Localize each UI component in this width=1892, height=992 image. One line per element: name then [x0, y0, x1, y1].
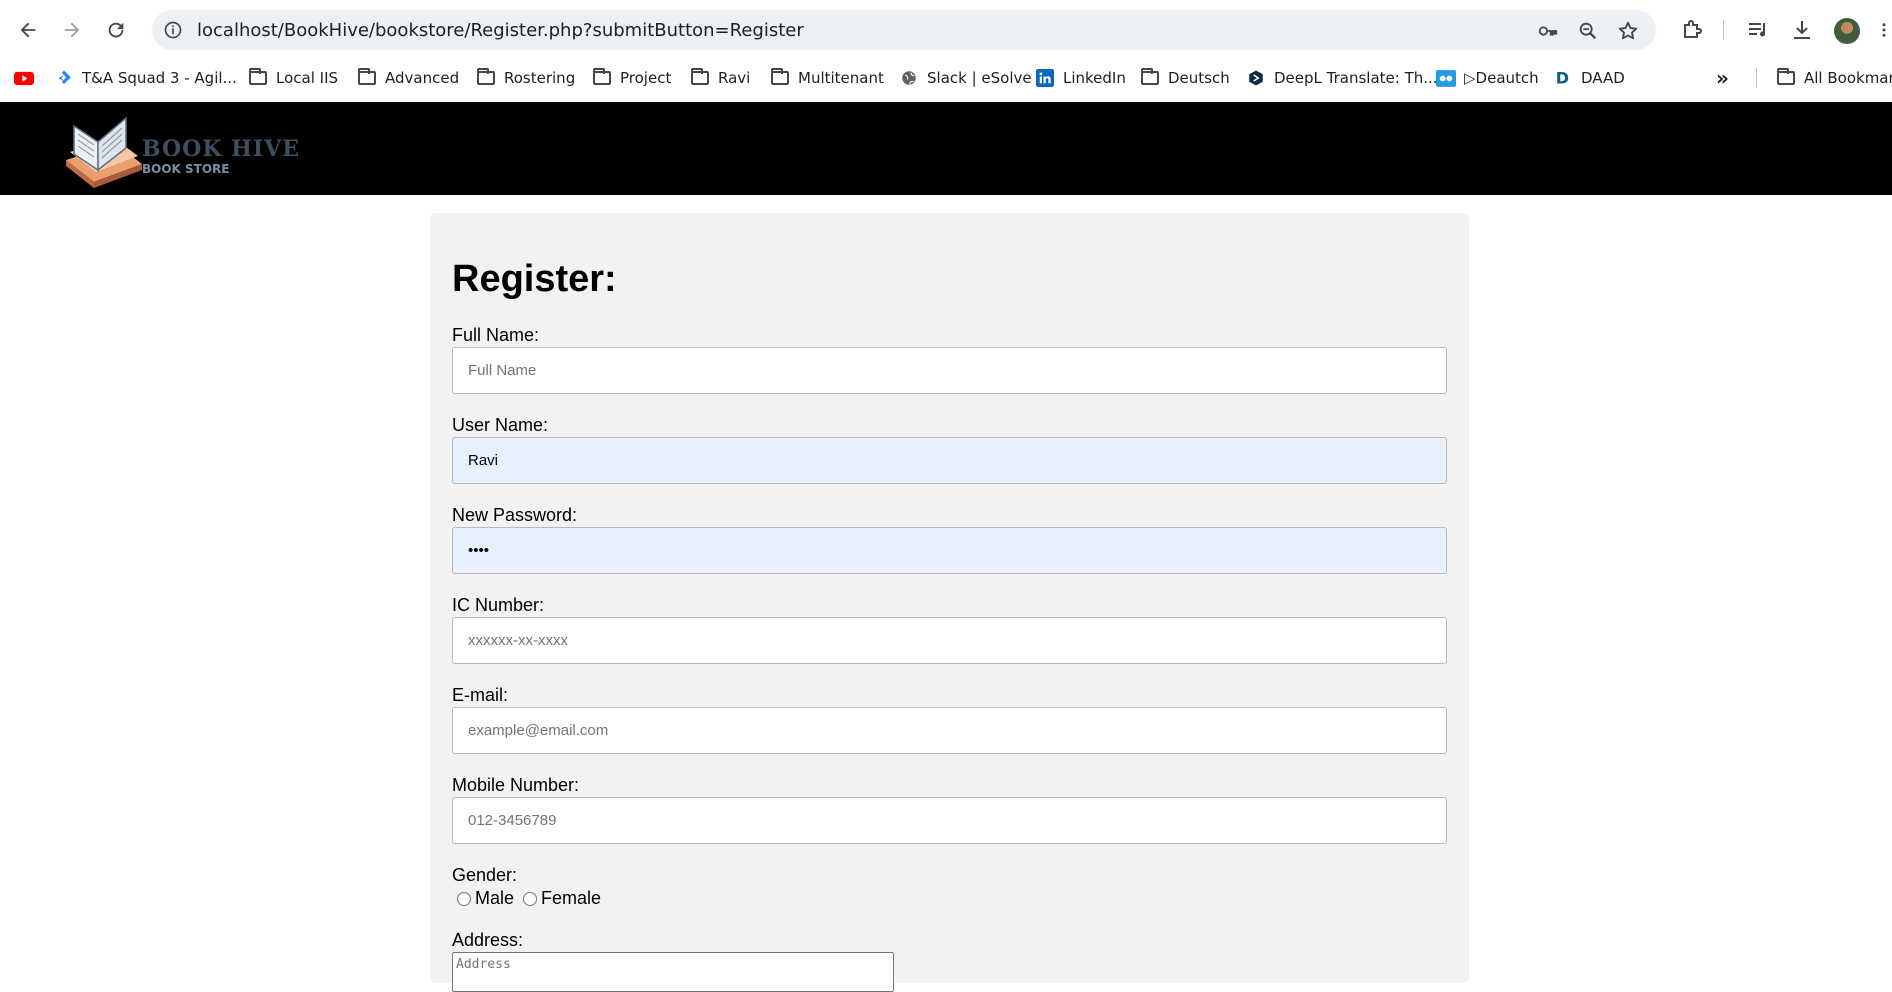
user-name-input[interactable] [452, 437, 1447, 484]
deepl-icon [1246, 69, 1266, 87]
folder-icon [476, 68, 496, 87]
forward-button[interactable] [54, 12, 90, 48]
browser-chrome: localhost/BookHive/bookstore/Register.ph… [0, 0, 1892, 102]
password-input[interactable] [452, 527, 1447, 574]
address-label: Address: [452, 930, 524, 950]
brand-name: BOOK HIVE [142, 136, 301, 162]
bookmark-folder[interactable]: Multitenant [770, 66, 884, 90]
site-header: BOOK HIVE BOOK STORE [0, 102, 1892, 195]
profile-avatar[interactable] [1834, 18, 1860, 44]
all-bookmarks-button[interactable]: All Bookmarks [1776, 66, 1892, 90]
email-label: E-mail: [452, 685, 509, 705]
bookmarks-separator [1756, 68, 1757, 88]
daad-icon: D [1553, 69, 1573, 88]
book-logo-icon [66, 116, 142, 188]
svg-text:D: D [1556, 69, 1569, 88]
folder-icon [690, 68, 710, 87]
folder-icon [1776, 68, 1796, 87]
more-bookmarks-button[interactable]: » [1716, 66, 1729, 90]
user-name-label: User Name: [452, 415, 549, 435]
bookmark-item[interactable]: T&A Squad 3 - Agil... [54, 66, 237, 90]
bookmark-item[interactable]: Slack | eSolve [899, 66, 1032, 90]
bookmarks-bar: T&A Squad 3 - Agil... Local IIS Advanced… [0, 62, 1892, 94]
bookmark-youtube[interactable] [14, 66, 42, 90]
linkedin-icon [1035, 69, 1055, 87]
jira-icon [54, 69, 74, 87]
toolbar-separator [1723, 20, 1724, 40]
mobile-number-input[interactable] [452, 797, 1447, 844]
back-button[interactable] [10, 12, 46, 48]
gender-male-radio[interactable] [457, 891, 471, 906]
site-logo[interactable]: BOOK HIVE BOOK STORE [60, 108, 299, 188]
bookmark-item[interactable]: LinkedIn [1035, 66, 1126, 90]
deautch-icon [1436, 69, 1456, 87]
ic-number-label: IC Number: [452, 595, 545, 615]
site-info-icon[interactable] [162, 19, 184, 41]
gender-female-label: Female [541, 888, 602, 908]
reload-icon [108, 22, 124, 38]
address-textarea[interactable] [452, 952, 894, 992]
bookmark-folder[interactable]: Deutsch [1140, 66, 1230, 90]
folder-icon [248, 68, 268, 87]
extensions-icon[interactable] [1678, 16, 1706, 44]
zoom-icon[interactable] [1576, 19, 1600, 43]
folder-icon [1140, 68, 1160, 87]
gender-male-label: Male [475, 888, 515, 908]
globe-icon [899, 69, 919, 87]
bookmark-item[interactable]: D DAAD [1553, 66, 1625, 90]
reload-button[interactable] [98, 12, 134, 48]
address-bar[interactable]: localhost/BookHive/bookstore/Register.ph… [152, 10, 1656, 50]
bookmark-folder[interactable]: Project [592, 66, 671, 90]
gender-label: Gender: [452, 865, 518, 885]
browser-toolbar: localhost/BookHive/bookstore/Register.ph… [0, 0, 1892, 60]
folder-icon [770, 68, 790, 87]
bookmark-folder[interactable]: Local IIS [248, 66, 338, 90]
email-input[interactable] [452, 707, 1447, 754]
gender-options: Male Female [452, 888, 605, 909]
register-form: Register: Full Name: User Name: New Pass… [430, 213, 1469, 992]
ic-number-input[interactable] [452, 617, 1447, 664]
key-icon[interactable] [1536, 19, 1560, 43]
mobile-number-label: Mobile Number: [452, 775, 580, 795]
bookmark-folder[interactable]: Rostering [476, 66, 575, 90]
bookmark-folder[interactable]: Ravi [690, 66, 750, 90]
bookmark-item[interactable]: ▷Deautch [1436, 66, 1539, 90]
bookmark-folder[interactable]: Advanced [357, 66, 459, 90]
url-text[interactable]: localhost/BookHive/bookstore/Register.ph… [197, 20, 804, 41]
download-icon[interactable] [1788, 16, 1816, 44]
brand-subtitle: BOOK STORE [142, 162, 230, 176]
youtube-icon [14, 69, 34, 87]
folder-icon [357, 68, 377, 87]
arrow-right-icon [64, 22, 80, 38]
gender-female-radio[interactable] [523, 891, 538, 906]
full-name-label: Full Name: [452, 325, 540, 345]
chevron-double-right-icon: » [1716, 66, 1729, 90]
arrow-left-icon [20, 22, 36, 38]
full-name-input[interactable] [452, 347, 1447, 394]
star-icon[interactable] [1616, 19, 1640, 43]
menu-icon[interactable] [1876, 16, 1892, 44]
password-label: New Password: [452, 505, 578, 525]
media-control-icon[interactable] [1744, 16, 1772, 44]
bookmark-item[interactable]: DeepL Translate: Th... [1246, 66, 1438, 90]
form-title: Register: [452, 258, 617, 300]
folder-icon [592, 68, 612, 87]
